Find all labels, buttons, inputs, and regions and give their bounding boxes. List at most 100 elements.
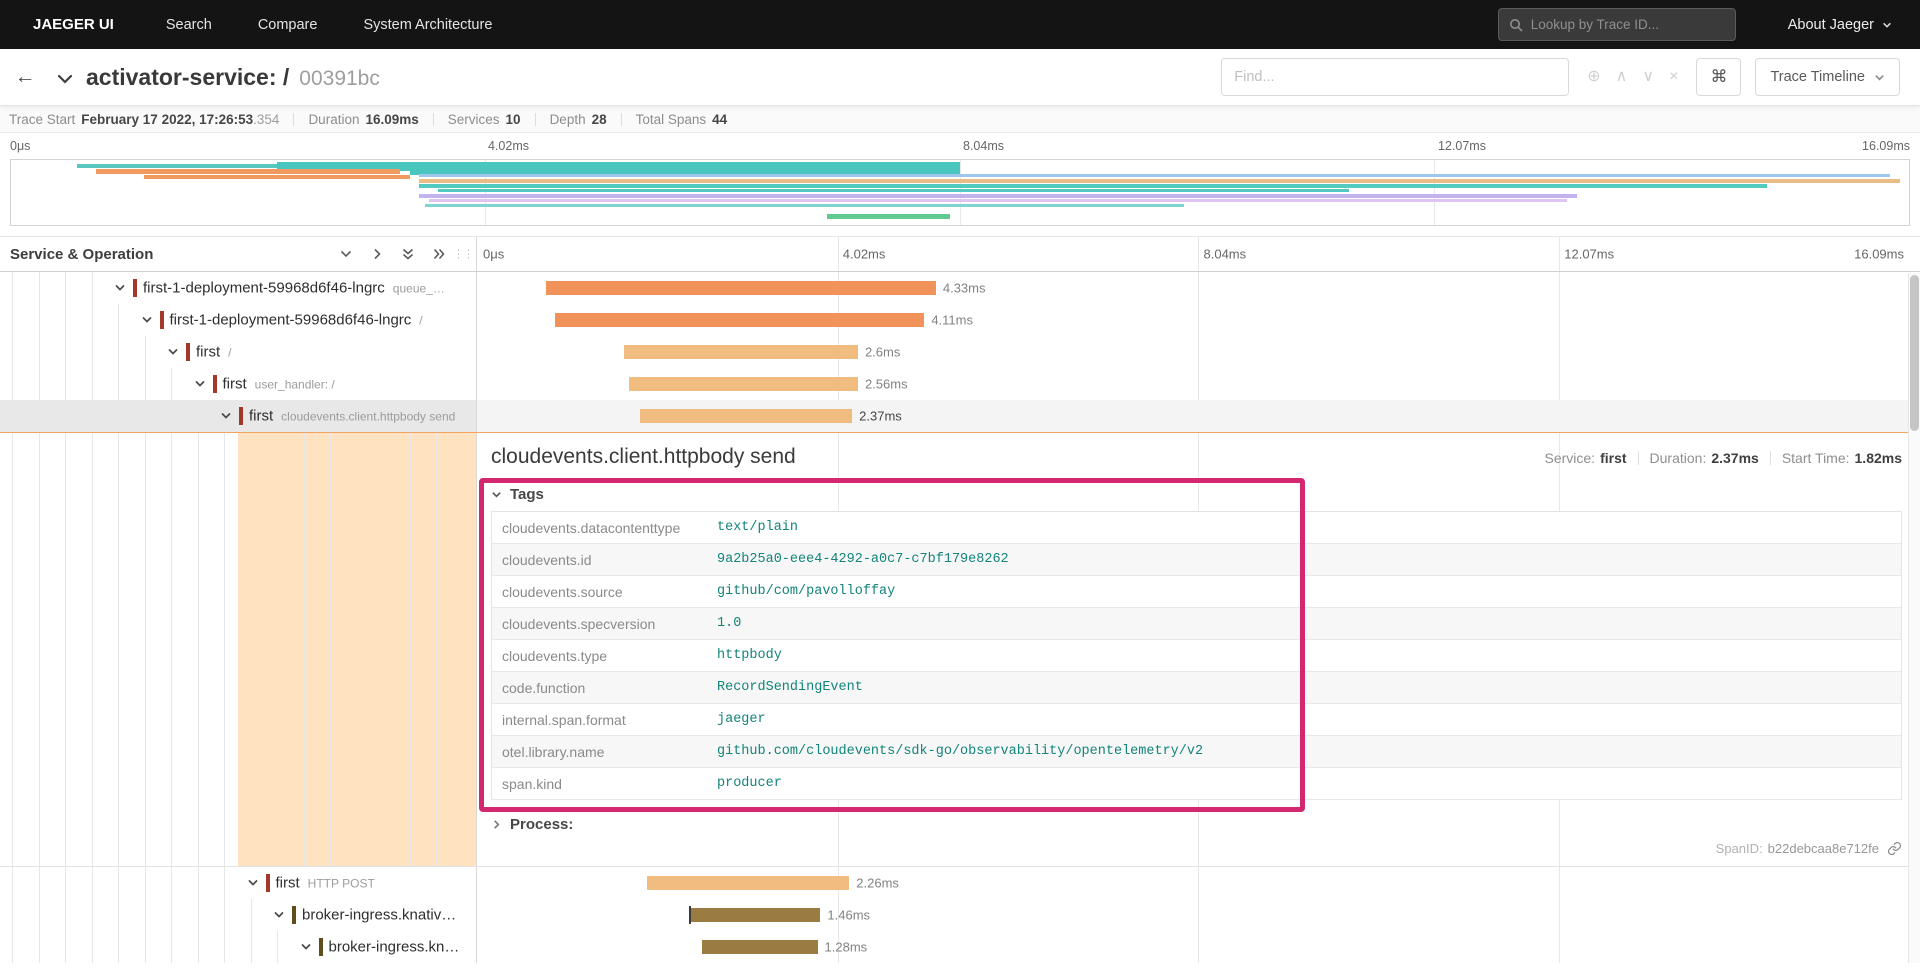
collapse-all-icon[interactable]: [401, 247, 415, 261]
span-operation-name: /: [419, 313, 423, 328]
indent-guide: [12, 336, 13, 368]
indent-guide: [144, 400, 146, 432]
span-duration-bar[interactable]: [689, 906, 821, 924]
trace-id-search-input[interactable]: [1530, 17, 1725, 32]
minimap-span-strip: [438, 189, 1350, 192]
span-row-label-cell[interactable]: first cloudevents.client.httpbody send: [0, 400, 477, 432]
span-row[interactable]: broker-ingress.knativ… 1.46ms: [0, 899, 1920, 931]
tag-row: otel.library.name github.com/cloudevents/…: [492, 736, 1901, 768]
span-duration-bar[interactable]: [702, 940, 818, 954]
indent-guide: [303, 433, 305, 866]
vertical-scrollbar[interactable]: [1908, 273, 1920, 963]
span-collapse-icon[interactable]: [247, 877, 259, 889]
find-next-icon[interactable]: ∨: [1642, 69, 1654, 85]
span-row[interactable]: first / 2.6ms: [0, 336, 1920, 368]
trace-view-selector[interactable]: Trace Timeline: [1755, 58, 1900, 96]
span-row-timeline-cell[interactable]: 2.26ms: [477, 867, 1920, 899]
span-row-label-cell[interactable]: first /: [0, 336, 477, 368]
nav-item-system-architecture[interactable]: System Architecture: [363, 17, 492, 33]
span-row[interactable]: first user_handler: / 2.56ms: [0, 368, 1920, 400]
back-button[interactable]: ←: [0, 65, 50, 89]
span-row-timeline-cell[interactable]: 1.46ms: [477, 899, 1920, 931]
indent-guide: [91, 304, 93, 336]
span-row-label-cell[interactable]: first user_handler: /: [0, 368, 477, 400]
span-row-label-cell[interactable]: first-1-deployment-59968d6f46-lngrc queue…: [0, 272, 477, 304]
minimap-tick: 16.09ms: [1862, 139, 1910, 153]
nav-item-compare[interactable]: Compare: [258, 17, 318, 33]
tag-key: cloudevents.id: [502, 551, 592, 568]
span-duration-bar[interactable]: [647, 876, 850, 890]
span-duration-label: 2.26ms: [856, 875, 899, 891]
span-collapse-icon[interactable]: [273, 909, 285, 921]
span-row[interactable]: first-1-deployment-59968d6f46-lngrc queue…: [0, 272, 1920, 304]
span-row-label-cell[interactable]: first HTTP POST: [0, 867, 477, 899]
span-row-timeline-cell[interactable]: 2.56ms: [477, 368, 1920, 400]
span-row-label-cell[interactable]: broker-ingress.knativ…: [0, 899, 477, 931]
span-row-timeline-cell[interactable]: 2.6ms: [477, 336, 1920, 368]
indent-guide: [91, 899, 93, 931]
copy-link-icon[interactable]: [1887, 841, 1902, 856]
span-row-timeline-cell[interactable]: 4.33ms: [477, 272, 1920, 304]
span-row-labels: first-1-deployment-59968d6f46-lngrc /: [170, 312, 423, 329]
chevron-down-icon: [491, 489, 502, 500]
find-prev-icon[interactable]: ∧: [1616, 69, 1628, 85]
span-collapse-icon[interactable]: [167, 346, 179, 358]
indent-guide: [224, 899, 225, 931]
span-row[interactable]: broker-ingress.kn… 1.28ms: [0, 931, 1920, 963]
tag-key: cloudevents.type: [502, 647, 608, 664]
span-row-timeline-cell[interactable]: 1.28ms: [477, 931, 1920, 963]
minimap-canvas[interactable]: [10, 159, 1910, 226]
find-controls: ⊕ ∧ ∨ ×: [1587, 69, 1678, 85]
chevron-down-icon: [1882, 20, 1892, 30]
span-collapse-icon[interactable]: [114, 282, 126, 294]
collapse-one-icon[interactable]: [339, 247, 353, 261]
tags-section-header[interactable]: Tags: [491, 481, 1902, 507]
span-row-timeline-cell[interactable]: 4.11ms: [477, 304, 1920, 336]
span-duration-bar[interactable]: [628, 377, 858, 391]
span-collapse-icon[interactable]: [141, 314, 153, 326]
span-row[interactable]: first HTTP POST 2.26ms: [0, 867, 1920, 899]
span-collapse-icon[interactable]: [194, 378, 206, 390]
expand-all-icon[interactable]: [432, 247, 446, 261]
find-input[interactable]: [1221, 58, 1570, 96]
indent-guide: [277, 433, 278, 866]
span-duration-bar[interactable]: [546, 281, 936, 295]
trace-title[interactable]: activator-service: / 00391bc: [86, 64, 380, 91]
nav-item-search[interactable]: Search: [166, 17, 212, 33]
collapse-trace-header-icon[interactable]: [56, 70, 74, 88]
indent-guide: [250, 931, 252, 963]
column-resize-handle[interactable]: ⋮⋮: [453, 248, 474, 261]
span-duration-bar[interactable]: [640, 409, 853, 423]
process-section-header[interactable]: Process:: [491, 816, 1902, 833]
app-logo[interactable]: JAEGER UI: [33, 16, 114, 33]
tag-row: cloudevents.source github/com/pavolloffay: [492, 576, 1901, 608]
span-collapse-icon[interactable]: [300, 941, 312, 953]
span-duration-bar[interactable]: [624, 345, 858, 359]
indent-guide: [38, 867, 40, 899]
indent-guide: [197, 400, 199, 432]
span-row[interactable]: first-1-deployment-59968d6f46-lngrc / 4.11…: [0, 304, 1920, 336]
span-row-label-cell[interactable]: broker-ingress.kn…: [0, 931, 477, 963]
tag-key: otel.library.name: [502, 743, 605, 760]
about-jaeger-menu[interactable]: About Jaeger: [1788, 17, 1892, 33]
scrollbar-thumb[interactable]: [1910, 275, 1919, 431]
tag-row: span.kind producer: [492, 768, 1901, 800]
span-row[interactable]: first cloudevents.client.httpbody send 2.3…: [0, 400, 1920, 432]
span-row-label-cell[interactable]: first-1-deployment-59968d6f46-lngrc /: [0, 304, 477, 336]
span-color-accent: [239, 407, 243, 425]
span-color-accent: [159, 311, 164, 329]
span-id-row: SpanID: b22debcaa8e712fe: [491, 841, 1902, 856]
find-clear-icon[interactable]: ×: [1669, 69, 1678, 85]
trace-id-search[interactable]: [1497, 8, 1736, 41]
tag-row: cloudevents.type httpbody: [492, 640, 1901, 672]
span-row-timeline-cell[interactable]: 2.37ms: [477, 400, 1920, 432]
span-duration-bar[interactable]: [554, 313, 925, 327]
expand-one-icon[interactable]: [370, 247, 384, 261]
indent-guide: [144, 931, 146, 963]
find-scope-icon[interactable]: ⊕: [1587, 69, 1600, 85]
view-options-button[interactable]: ⌘: [1696, 58, 1742, 96]
span-collapse-icon[interactable]: [220, 410, 232, 422]
tag-key: cloudevents.datacontenttype: [502, 519, 681, 536]
span-duration-value: 2.37ms: [1711, 450, 1759, 466]
minimap-span-strip: [428, 199, 1568, 202]
